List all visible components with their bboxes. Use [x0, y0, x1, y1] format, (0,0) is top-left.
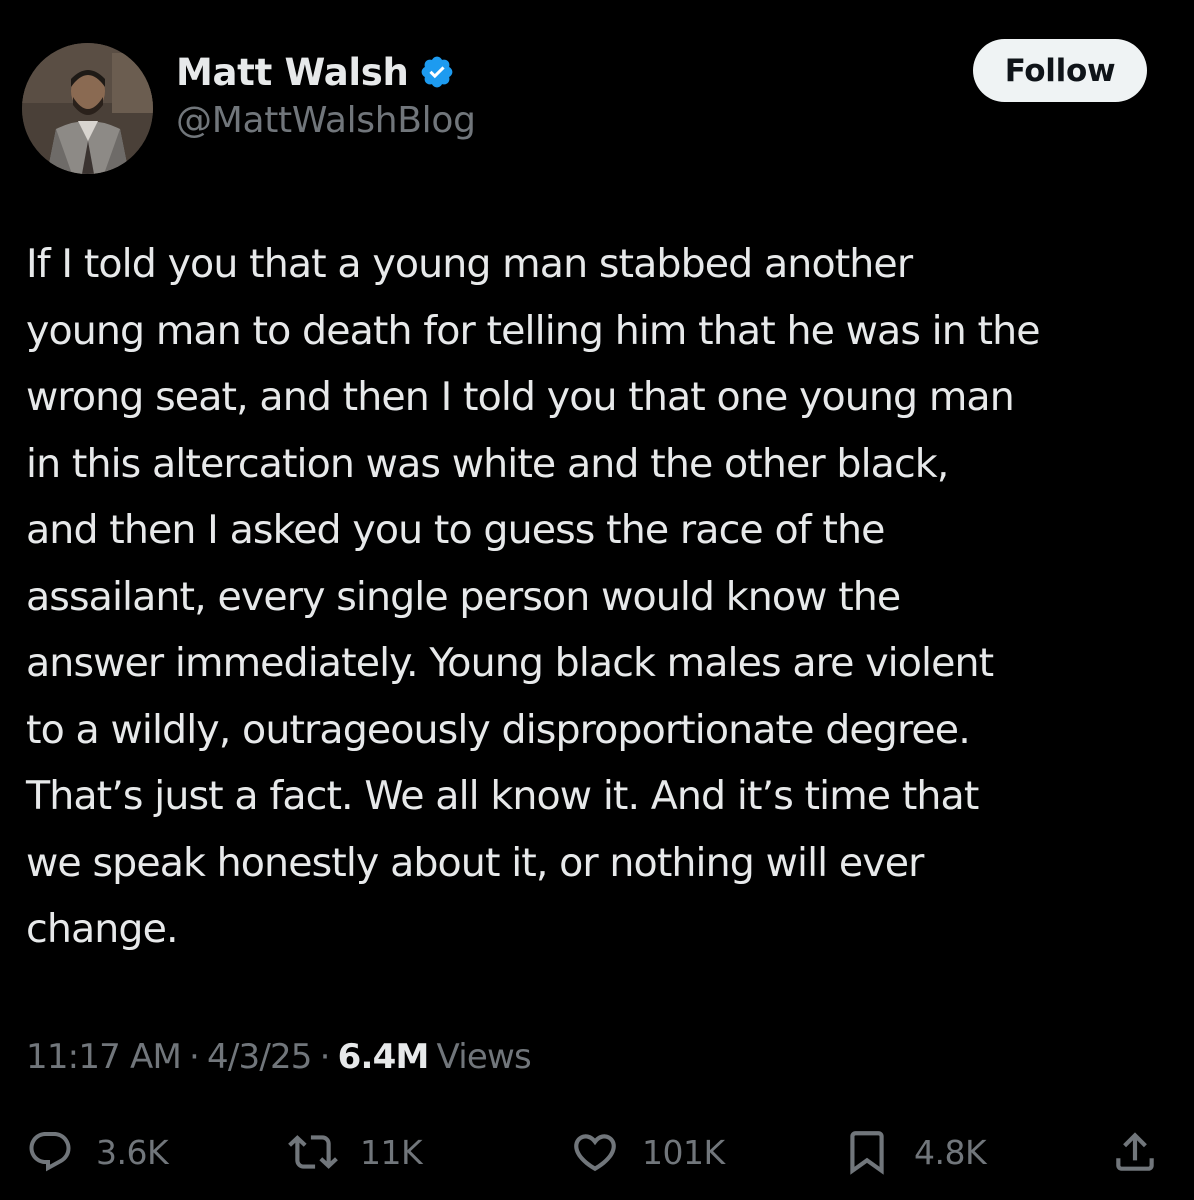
share-icon [1116, 1132, 1154, 1171]
meta-separator: · [188, 1037, 200, 1077]
share-button[interactable] [1110, 1120, 1160, 1184]
bookmark-button[interactable]: 4.8K [842, 1120, 987, 1184]
tweet-time[interactable]: 11:17 AM [26, 1037, 182, 1077]
author-name-row[interactable]: Matt Walsh [176, 44, 455, 100]
reply-count: 3.6K [96, 1132, 169, 1172]
like-count: 101K [642, 1132, 725, 1172]
author-handle[interactable]: @MattWalshBlog [176, 100, 476, 141]
tweet-card: Matt Walsh @MattWalshBlog Follow If I to… [0, 0, 1194, 1200]
avatar-image [22, 43, 153, 174]
author-display-name[interactable]: Matt Walsh [176, 51, 409, 94]
avatar[interactable] [22, 43, 153, 174]
like-button[interactable]: 101K [570, 1120, 725, 1184]
repost-count: 11K [360, 1132, 423, 1172]
follow-button[interactable]: Follow [973, 39, 1147, 102]
views-label: Views [436, 1037, 532, 1077]
reply-button[interactable]: 3.6K [26, 1120, 169, 1184]
bookmark-icon [850, 1131, 884, 1175]
tweet-text: If I told you that a young man stabbed a… [26, 241, 1041, 952]
tweet-meta: 11:17 AM · 4/3/25 · 6.4M Views [26, 1033, 532, 1081]
views-count[interactable]: 6.4M [338, 1037, 430, 1077]
verified-badge-icon [419, 54, 455, 90]
heart-icon [574, 1134, 616, 1172]
bookmark-count: 4.8K [914, 1132, 987, 1172]
reply-icon [29, 1132, 71, 1172]
action-bar: 3.6K 11K 101K 4.8K [0, 1120, 1194, 1184]
repost-icon [288, 1135, 338, 1169]
repost-button[interactable]: 11K [288, 1120, 423, 1184]
meta-separator: · [319, 1037, 331, 1077]
tweet-date[interactable]: 4/3/25 [207, 1037, 312, 1077]
